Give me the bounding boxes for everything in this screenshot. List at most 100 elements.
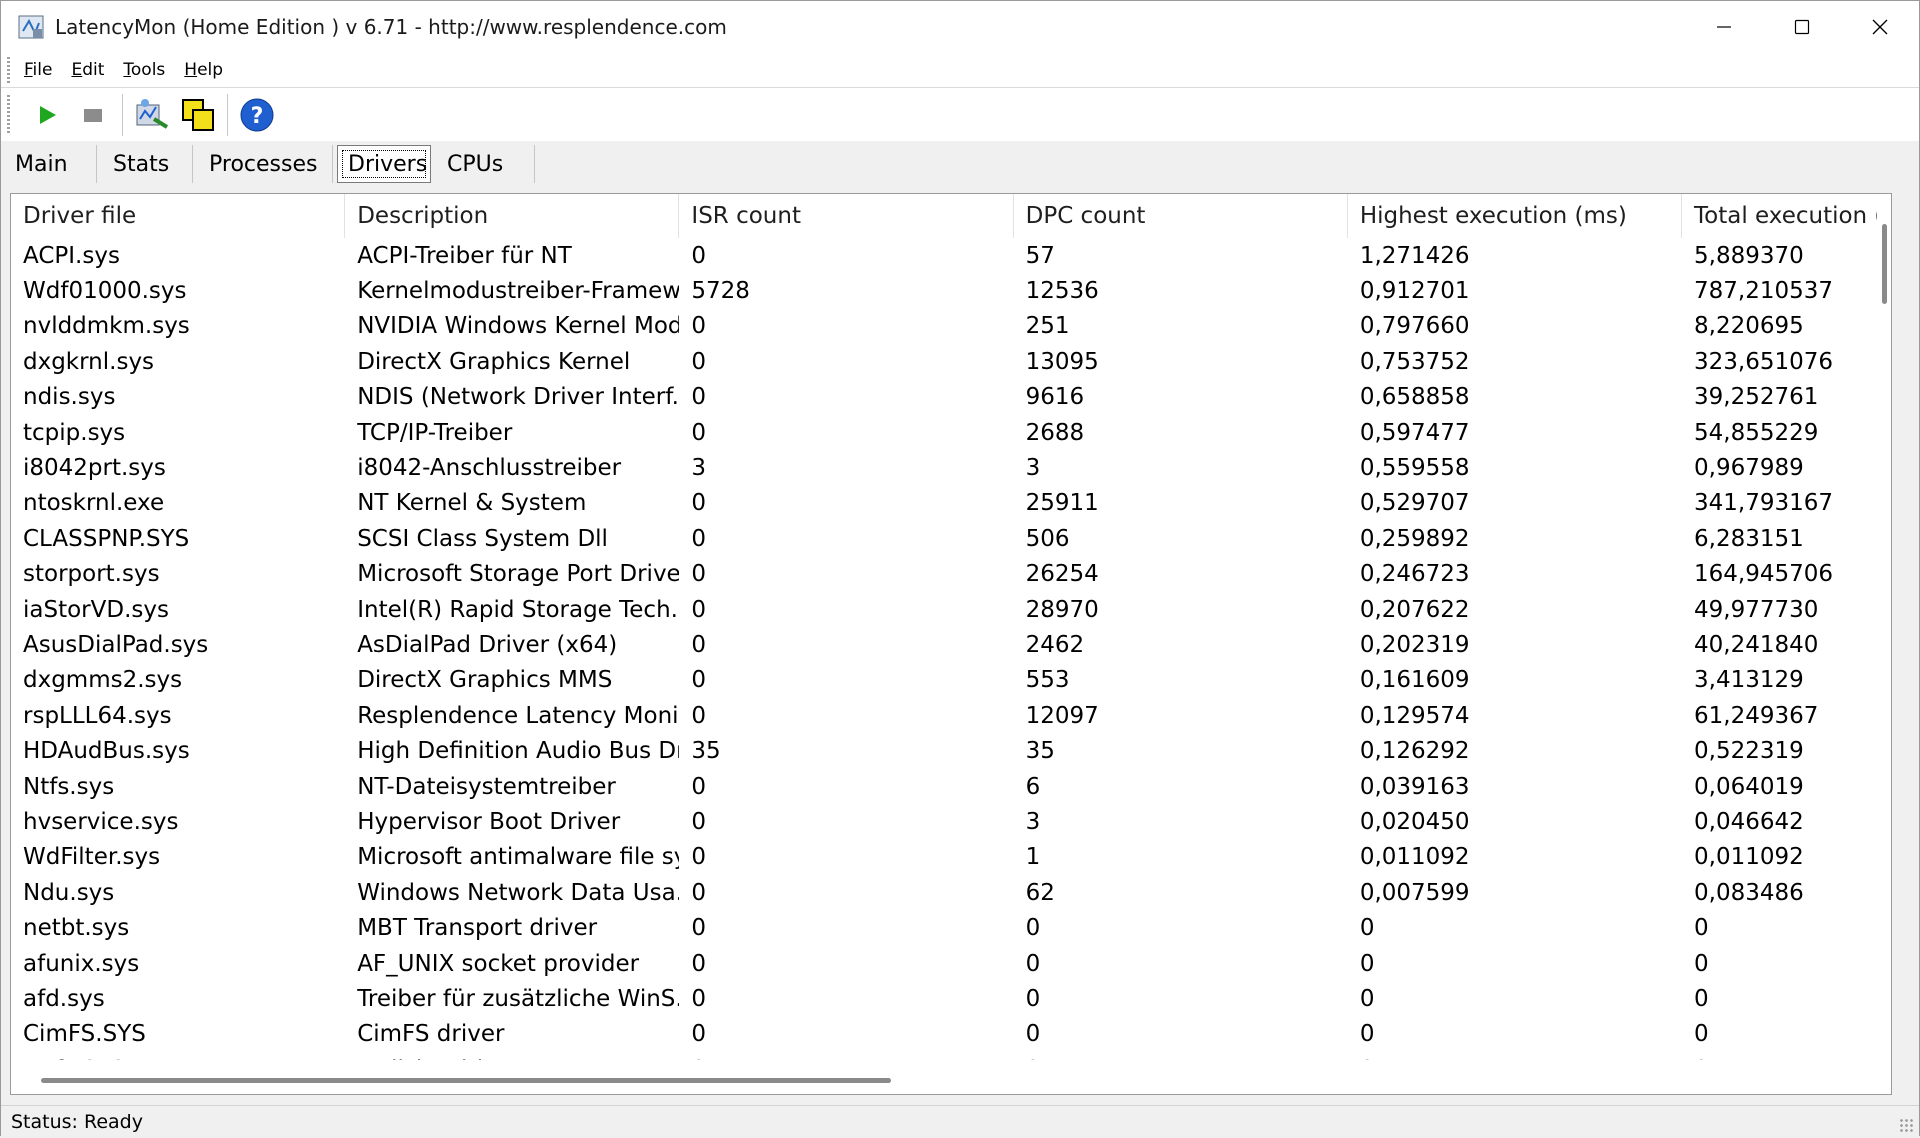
cell-description: Treiber für zusätzliche WinS... bbox=[357, 985, 680, 1012]
cell-isr-count: 35 bbox=[691, 738, 721, 765]
table-header: Driver file Description ISR count DPC co… bbox=[11, 194, 1881, 238]
col-header-total-execution[interactable]: Total execution (r bbox=[1682, 194, 1881, 238]
cell-driver-file: storport.sys bbox=[23, 561, 160, 588]
horizontal-scroll-thumb[interactable] bbox=[41, 1078, 891, 1083]
table-row[interactable]: Ndu.sys Windows Network Data Usa... 0 62 0,0… bbox=[11, 875, 1881, 910]
cell-driver-file: i8042prt.sys bbox=[23, 455, 166, 482]
cell-description: High Definition Audio Bus Dri... bbox=[357, 738, 680, 765]
table-row[interactable]: ndis.sys NDIS (Network Driver Interf... 0 9… bbox=[11, 380, 1881, 415]
cell-total-execution: 40,241840 bbox=[1694, 631, 1819, 658]
table-row[interactable]: Ntfs.sys NT-Dateisystemtreiber 0 6 0,039163 0… bbox=[11, 769, 1881, 804]
table-row[interactable]: i8042prt.sys i8042-Anschlusstreiber 3 3 0,55… bbox=[11, 450, 1881, 485]
table-row[interactable]: Wdf01000.sys Kernelmodustreiber-Framew...… bbox=[11, 273, 1881, 308]
table-row[interactable]: tcpip.sys TCP/IP-Treiber 0 2688 0,597477 54,8… bbox=[11, 415, 1881, 450]
cell-driver-file: netbt.sys bbox=[23, 915, 130, 942]
cell-isr-count: 0 bbox=[691, 808, 707, 835]
help-icon: ? bbox=[240, 98, 274, 132]
cell-isr-count: 0 bbox=[691, 985, 707, 1012]
table-row[interactable]: netbt.sys MBT Transport driver 0 0 0 0 bbox=[11, 910, 1881, 945]
menu-help[interactable]: Help bbox=[184, 60, 223, 80]
help-button[interactable]: ? bbox=[234, 92, 280, 138]
table-row[interactable]: WdFilter.sys Microsoft antimalware file s… bbox=[11, 840, 1881, 875]
cell-driver-file: dxgmms2.sys bbox=[23, 667, 183, 694]
cell-isr-count: 0 bbox=[691, 313, 707, 340]
cell-driver-file: nvlddmkm.sys bbox=[23, 313, 190, 340]
cell-isr-count: 0 bbox=[691, 667, 707, 694]
cell-total-execution: 0,064019 bbox=[1694, 773, 1804, 800]
cell-description: Windows Network Data Usa... bbox=[357, 879, 680, 906]
col-header-driver-file[interactable]: Driver file bbox=[11, 194, 346, 238]
menu-tools[interactable]: Tools bbox=[123, 60, 165, 80]
table-row[interactable]: dxgkrnl.sys DirectX Graphics Kernel 0 13095… bbox=[11, 344, 1881, 379]
toolbar-grip[interactable] bbox=[7, 95, 10, 135]
cell-highest-execution: 0,039163 bbox=[1359, 773, 1470, 800]
table-row[interactable]: Msfs.SYSMailslot driver0000 bbox=[11, 1052, 1881, 1060]
tab-main[interactable]: Main bbox=[1, 145, 97, 183]
cell-isr-count: 3 bbox=[691, 455, 707, 482]
start-button[interactable] bbox=[24, 92, 70, 138]
tab-stats[interactable]: Stats bbox=[97, 145, 193, 183]
menu-file[interactable]: File bbox=[24, 60, 52, 80]
minimize-icon bbox=[1717, 26, 1731, 28]
title-bar[interactable]: LatencyMon (Home Edition ) v 6.71 - http… bbox=[1, 1, 1919, 53]
cell-isr-count: 5728 bbox=[691, 278, 750, 305]
cell-highest-execution: 0,202319 bbox=[1359, 631, 1470, 658]
cell-highest-execution: 0,753752 bbox=[1359, 348, 1470, 375]
cell-total-execution: 0,967989 bbox=[1694, 455, 1804, 482]
table-row[interactable]: storport.sys Microsoft Storage Port Drive… bbox=[11, 557, 1881, 592]
resize-grip[interactable] bbox=[1899, 1118, 1915, 1134]
menubar-grip[interactable] bbox=[7, 57, 10, 83]
table-row[interactable]: hvservice.sys Hypervisor Boot Driver 0 3 0,0… bbox=[11, 804, 1881, 839]
tab-processes[interactable]: Processes bbox=[193, 145, 333, 183]
cell-highest-execution: 0 bbox=[1359, 915, 1375, 942]
col-header-isr-count[interactable]: ISR count bbox=[679, 194, 1014, 238]
cell-highest-execution: 0,912701 bbox=[1359, 278, 1470, 305]
cell-dpc-count: 28970 bbox=[1025, 596, 1099, 623]
menu-help-label: elp bbox=[197, 60, 224, 80]
table-row[interactable]: AsusDialPad.sys AsDialPad Driver (x64) 0 24… bbox=[11, 627, 1881, 662]
cell-driver-file: dxgkrnl.sys bbox=[23, 348, 155, 375]
col-header-highest-execution[interactable]: Highest execution (ms) bbox=[1348, 194, 1683, 238]
vertical-scroll-thumb[interactable] bbox=[1882, 224, 1887, 304]
table-row[interactable]: ntoskrnl.exe NT Kernel & System 0 25911 0,52… bbox=[11, 486, 1881, 521]
tab-cpus[interactable]: CPUs bbox=[431, 145, 535, 183]
menu-tools-accel: T bbox=[123, 60, 131, 80]
cell-highest-execution: 0,126292 bbox=[1359, 738, 1470, 765]
table-row[interactable]: ACPI.sys ACPI-Treiber für NT 0 57 1,271426 5,… bbox=[11, 238, 1881, 273]
menu-edit[interactable]: Edit bbox=[71, 60, 104, 80]
cell-isr-count: 0 bbox=[691, 419, 707, 446]
col-header-description[interactable]: Description bbox=[345, 194, 680, 238]
cell-highest-execution: 0,011092 bbox=[1359, 844, 1470, 871]
table-row[interactable]: dxgmms2.sys DirectX Graphics MMS 0 553 0,161… bbox=[11, 663, 1881, 698]
table-row[interactable]: afd.sys Treiber für zusätzliche WinS... 0 0… bbox=[11, 981, 1881, 1016]
drivers-table[interactable]: Driver file Description ISR count DPC co… bbox=[10, 193, 1892, 1095]
col-header-dpc-count[interactable]: DPC count bbox=[1014, 194, 1348, 238]
table-row[interactable]: rspLLL64.sys Resplendence Latency Monit..… bbox=[11, 698, 1881, 733]
vertical-scrollbar[interactable] bbox=[1877, 194, 1891, 1064]
table-row[interactable]: afunix.sys AF_UNIX socket provider 0 0 0 0 bbox=[11, 946, 1881, 981]
cell-description: Mailslot driver bbox=[345, 1052, 679, 1060]
cell-description: NT-Dateisystemtreiber bbox=[357, 773, 616, 800]
cell-highest-execution: 0,559558 bbox=[1359, 455, 1470, 482]
cell-highest-execution: 0,797660 bbox=[1359, 313, 1470, 340]
report-button[interactable] bbox=[129, 92, 175, 138]
cell-description: ACPI-Treiber für NT bbox=[357, 242, 572, 269]
table-row[interactable]: nvlddmkm.sys NVIDIA Windows Kernel Mod...… bbox=[11, 309, 1881, 344]
table-row[interactable]: CimFS.SYS CimFS driver 0 0 0 0 bbox=[11, 1017, 1881, 1052]
cpu-button[interactable] bbox=[175, 92, 221, 138]
table-row[interactable]: iaStorVD.sys Intel(R) Rapid Storage Tech.… bbox=[11, 592, 1881, 627]
cell-total-execution: 787,210537 bbox=[1694, 278, 1834, 305]
menu-help-accel: H bbox=[184, 60, 198, 80]
horizontal-scrollbar[interactable] bbox=[11, 1066, 1879, 1094]
maximize-button[interactable] bbox=[1763, 1, 1841, 53]
minimize-button[interactable] bbox=[1685, 1, 1763, 53]
cell-total-execution: 323,651076 bbox=[1694, 348, 1834, 375]
close-button[interactable] bbox=[1841, 1, 1919, 53]
table-row[interactable]: CLASSPNP.SYS SCSI Class System Dll 0 506 0,2… bbox=[11, 521, 1881, 556]
cell-highest-execution: 0,007599 bbox=[1359, 879, 1470, 906]
table-row[interactable]: HDAudBus.sys High Definition Audio Bus Dr… bbox=[11, 733, 1881, 768]
stop-button[interactable] bbox=[70, 92, 116, 138]
tab-drivers[interactable]: Drivers bbox=[337, 145, 431, 183]
cell-highest-execution: 0 bbox=[1348, 1052, 1682, 1060]
close-icon bbox=[1872, 19, 1888, 35]
